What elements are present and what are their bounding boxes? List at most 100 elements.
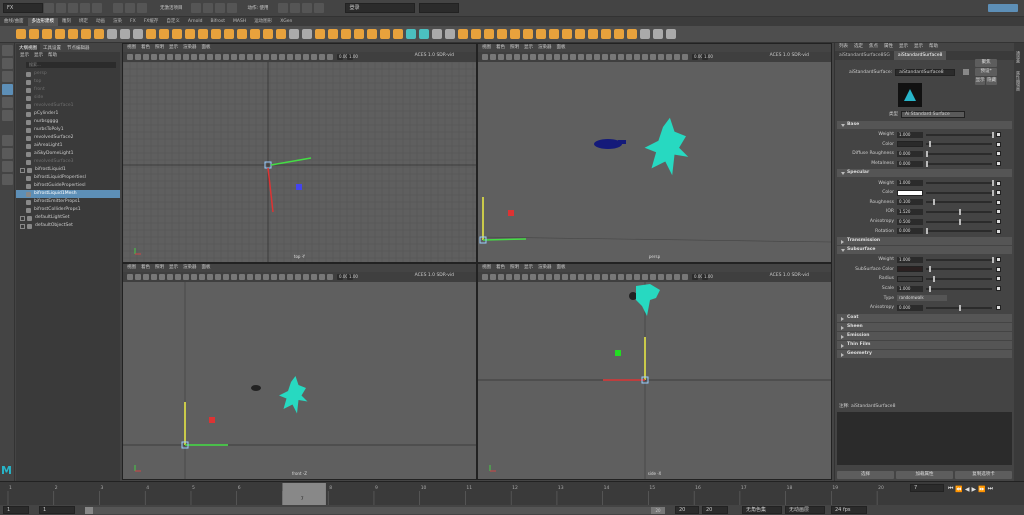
- outliner-item[interactable]: revolvedSurface2: [16, 134, 120, 142]
- shelf-tool-icon[interactable]: [353, 29, 364, 39]
- outliner-menu-item[interactable]: 显示: [20, 52, 29, 60]
- viewport-tool-icon[interactable]: [490, 54, 496, 60]
- viewport-tool-icon[interactable]: [167, 54, 173, 60]
- bottle-mesh[interactable]: [629, 292, 637, 300]
- section-sheen[interactable]: Sheen: [837, 322, 1012, 331]
- shelf-tool-icon[interactable]: [496, 29, 507, 39]
- shelf-tool-icon[interactable]: [54, 29, 65, 39]
- shelf-tool-icon[interactable]: [197, 29, 208, 39]
- channel-box-tab[interactable]: 通道盒: [1015, 51, 1021, 63]
- scale-tool-icon[interactable]: [2, 110, 13, 121]
- attribute-value[interactable]: 0.000: [897, 228, 923, 235]
- viewport-tool-icon[interactable]: [570, 274, 576, 280]
- viewport-tool-icon[interactable]: [215, 274, 221, 280]
- viewport-tool-icon[interactable]: [151, 274, 157, 280]
- shelf-tool-icon[interactable]: [366, 29, 377, 39]
- viewport-side[interactable]: 视图 着色 照明 显示 渲染器 面板 0.00 1.00 ACES 1.0 SDR-vid sid…: [477, 263, 832, 480]
- section-geometry[interactable]: Geometry: [837, 349, 1012, 358]
- shelf-tab[interactable]: 动画: [92, 18, 109, 26]
- viewport-tool-icon[interactable]: [626, 274, 632, 280]
- viewport-tool-icon[interactable]: [482, 274, 488, 280]
- section-emission[interactable]: Emission: [837, 331, 1012, 340]
- viewport-tool-icon[interactable]: [594, 54, 600, 60]
- section-thin_film[interactable]: Thin Film: [837, 340, 1012, 349]
- attribute-slider[interactable]: [926, 208, 992, 215]
- viewport-menu-item[interactable]: 面板: [202, 264, 211, 272]
- viewport-tool-icon[interactable]: [207, 274, 213, 280]
- plane-handle[interactable]: [615, 350, 621, 356]
- lasso-tool-icon[interactable]: [2, 58, 13, 69]
- shelf-tool-icon[interactable]: [626, 29, 637, 39]
- attribute-value[interactable]: 0.000: [897, 150, 923, 157]
- viewport-tool-icon[interactable]: [175, 274, 181, 280]
- viewport-menu-item[interactable]: 着色: [141, 44, 150, 52]
- viewport-tool-icon[interactable]: [135, 54, 141, 60]
- viewport-tool-icon[interactable]: [327, 274, 333, 280]
- shelf-tool-icon[interactable]: [301, 29, 312, 39]
- outliner-item[interactable]: aiAreaLight1: [16, 142, 120, 150]
- playback-start-field[interactable]: 1: [39, 506, 75, 514]
- outliner-item[interactable]: defaultLightSet: [16, 214, 120, 222]
- color-swatch[interactable]: [897, 189, 923, 196]
- viewport-tool-icon[interactable]: [271, 54, 277, 60]
- attribute-editor-tab[interactable]: 属性编辑器: [1015, 71, 1021, 91]
- viewport-tool-icon[interactable]: [506, 274, 512, 280]
- viewport-tool-icon[interactable]: [586, 54, 592, 60]
- ae-menu-item[interactable]: 列表: [839, 43, 848, 51]
- viewport-tool-icon[interactable]: [650, 274, 656, 280]
- attribute-slider[interactable]: [926, 199, 992, 206]
- range-end-label[interactable]: 20: [651, 506, 665, 514]
- viewport-tool-icon[interactable]: [514, 274, 520, 280]
- snap-grid-icon[interactable]: [190, 3, 201, 13]
- map-button-icon[interactable]: [996, 141, 1001, 147]
- shelf-tool-icon[interactable]: [119, 29, 130, 39]
- shelf-tool-icon[interactable]: [483, 29, 494, 39]
- viewport-tool-icon[interactable]: [143, 274, 149, 280]
- shelf-tool-icon[interactable]: [587, 29, 598, 39]
- viewport-tool-icon[interactable]: [239, 54, 245, 60]
- viewport-tool-icon[interactable]: [247, 274, 253, 280]
- attribute-slider[interactable]: [926, 266, 992, 273]
- map-button-icon[interactable]: [996, 228, 1001, 234]
- outliner-item[interactable]: pCylinder1: [16, 110, 120, 118]
- shelf-tab[interactable]: 雕刻: [58, 18, 75, 26]
- liquid-mesh[interactable]: [279, 376, 308, 414]
- viewport-menu-item[interactable]: 渲染器: [183, 44, 197, 52]
- viewport-tool-icon[interactable]: [570, 54, 576, 60]
- shelf-tool-icon[interactable]: [340, 29, 351, 39]
- map-button-icon[interactable]: [996, 180, 1001, 186]
- section-transmission[interactable]: Transmission: [837, 236, 1012, 245]
- node-focus-icon[interactable]: [963, 69, 970, 75]
- viewport-tool-icon[interactable]: [183, 274, 189, 280]
- viewport-tool-icon[interactable]: [618, 54, 624, 60]
- viewport-tool-icon[interactable]: [183, 54, 189, 60]
- shelf-tab[interactable]: 渲染: [109, 18, 126, 26]
- viewport-menu-item[interactable]: 照明: [155, 264, 164, 272]
- attribute-value[interactable]: 0.000: [897, 160, 923, 167]
- shelf-tool-icon[interactable]: [171, 29, 182, 39]
- viewport-tool-icon[interactable]: [530, 54, 536, 60]
- shelf-tool-icon[interactable]: [665, 29, 676, 39]
- render-view-icon[interactable]: [278, 3, 289, 13]
- color-swatch[interactable]: [897, 275, 923, 282]
- viewport-tool-icon[interactable]: [311, 54, 317, 60]
- attribute-slider[interactable]: [926, 256, 994, 263]
- section-subsurface[interactable]: Subsurface: [837, 245, 1012, 254]
- attribute-value[interactable]: 1.000: [897, 131, 923, 138]
- shelf-tool-icon[interactable]: [145, 29, 156, 39]
- viewport-tool-icon[interactable]: [231, 274, 237, 280]
- play-back-icon[interactable]: ◀: [965, 486, 970, 493]
- playback-end-field[interactable]: 20: [675, 506, 699, 514]
- step-forward-icon[interactable]: ⏩: [978, 486, 985, 493]
- viewport-menu-item[interactable]: 显示: [169, 44, 178, 52]
- attribute-slider[interactable]: [926, 141, 992, 148]
- ae-bottom-button[interactable]: 复制选项卡: [955, 470, 1012, 479]
- viewport-tool-icon[interactable]: [538, 54, 544, 60]
- viewport-menu-item[interactable]: 着色: [141, 264, 150, 272]
- viewport-menu-item[interactable]: 照明: [510, 44, 519, 52]
- viewport-menu-item[interactable]: 显示: [169, 264, 178, 272]
- range-slider[interactable]: 20: [85, 506, 665, 514]
- play-forward-icon[interactable]: ▶: [972, 486, 977, 493]
- shelf-tab[interactable]: 曲线/曲面: [0, 18, 28, 26]
- viewport-menu-item[interactable]: 渲染器: [538, 264, 552, 272]
